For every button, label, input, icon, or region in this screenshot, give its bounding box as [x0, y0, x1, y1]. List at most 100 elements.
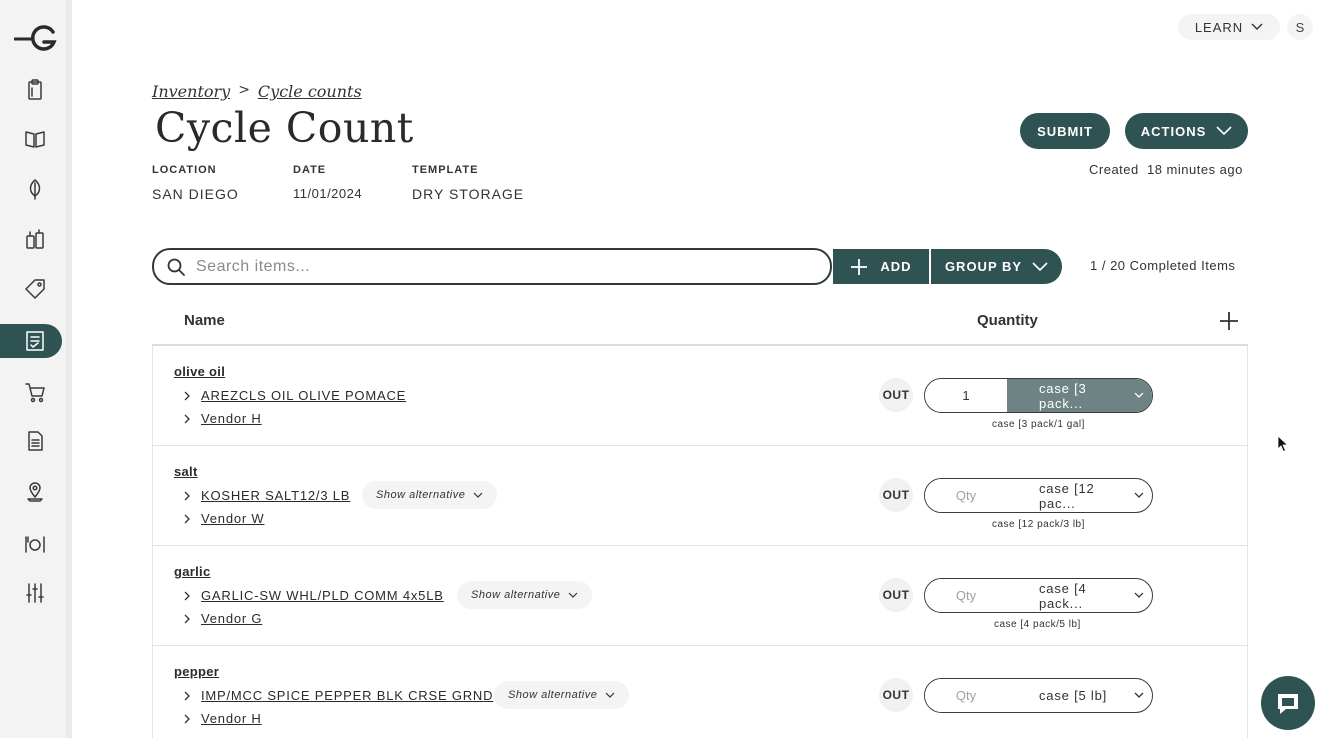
product-link[interactable]: KOSHER SALT12/3 LB [201, 488, 350, 503]
meta-location: LOCATION SAN DIEGO [152, 164, 239, 202]
quantity-input[interactable] [925, 479, 1007, 512]
vendor-link[interactable]: Vendor W [201, 511, 264, 526]
template-value: DRY STORAGE [412, 186, 525, 202]
sidebar-item-inventory[interactable] [18, 73, 52, 107]
quantity-field: case [5 lb] [924, 678, 1153, 713]
unit-select[interactable]: case [3 pack... [1007, 379, 1152, 412]
group-by-button[interactable]: GROUP BY [931, 249, 1062, 284]
bottles-icon [26, 229, 44, 249]
show-alternative-label: Show alternative [471, 589, 561, 601]
chevron-right-icon[interactable] [183, 591, 191, 601]
sliders-icon [26, 583, 44, 603]
item-name[interactable]: olive oil [174, 364, 225, 379]
avatar-initial: S [1295, 19, 1305, 35]
created-timestamp: Created 18 minutes ago [1089, 162, 1243, 177]
product-link[interactable]: AREZCLS OIL OLIVE POMACE [201, 388, 406, 403]
table-row: pepper IMP/MCC SPICE PEPPER BLK CRSE GRN… [152, 646, 1248, 738]
quantity-field: case [3 pack... [924, 378, 1153, 413]
chevron-down-icon [1251, 23, 1263, 30]
sidebar [0, 0, 72, 738]
sidebar-item-cycle-counts[interactable] [18, 324, 52, 358]
chevron-down-icon [1032, 261, 1048, 271]
vendor-link[interactable]: Vendor G [201, 611, 262, 626]
chevron-right-icon[interactable] [183, 414, 191, 424]
sidebar-item-recipes[interactable] [18, 122, 52, 156]
product-link[interactable]: GARLIC-SW WHL/PLD COMM 4x5LB [201, 588, 444, 603]
submit-label: SUBMIT [1037, 123, 1093, 139]
out-badge[interactable]: OUT [879, 378, 913, 412]
chat-bubble-icon [1278, 694, 1298, 714]
sidebar-item-locations[interactable] [18, 475, 52, 509]
sidebar-item-ingredients[interactable] [18, 172, 52, 206]
sidebar-item-orders[interactable] [18, 375, 52, 409]
template-label: TEMPLATE [412, 164, 479, 176]
sidebar-item-menu[interactable] [18, 527, 52, 561]
item-name[interactable]: salt [174, 464, 198, 479]
show-alternative-label: Show alternative [508, 689, 598, 701]
chevron-right-icon[interactable] [183, 391, 191, 401]
location-value: SAN DIEGO [152, 186, 239, 202]
meta-template: TEMPLATE DRY STORAGE [412, 164, 524, 202]
clipboard-icon [28, 79, 42, 100]
breadcrumb: Inventory > Cycle counts [152, 82, 362, 101]
unit-select-value: case [4 pack... [1039, 580, 1087, 611]
chevron-right-icon[interactable] [183, 691, 191, 701]
quantity-field: case [12 pac... [924, 478, 1153, 513]
breadcrumb-separator: > [238, 82, 250, 98]
actions-label: ACTIONS [1140, 123, 1207, 139]
quantity-input[interactable] [925, 379, 1007, 412]
vendor-link[interactable]: Vendor H [201, 711, 262, 726]
checklist-icon [26, 331, 44, 351]
chevron-down-icon [1134, 392, 1144, 398]
add-label: ADD [880, 259, 912, 274]
document-icon [28, 431, 43, 451]
table-row: garlic GARLIC-SW WHL/PLD COMM 4x5LB Show… [152, 546, 1248, 646]
vendor-line: Vendor H [183, 711, 262, 726]
group-by-label: GROUP BY [944, 259, 1023, 274]
logo-icon[interactable] [14, 24, 58, 54]
add-button[interactable]: ADD [833, 249, 929, 284]
quantity-input[interactable] [925, 679, 1007, 712]
search-input[interactable] [196, 257, 796, 276]
sidebar-item-pricing[interactable] [18, 272, 52, 306]
add-column-icon[interactable] [1218, 310, 1240, 332]
submit-button[interactable]: SUBMIT [1020, 113, 1110, 149]
chevron-down-icon [473, 492, 483, 498]
breadcrumb-inventory[interactable]: Inventory [152, 82, 230, 101]
show-alternative-button[interactable]: Show alternative [457, 581, 593, 609]
chat-button[interactable] [1261, 676, 1315, 730]
chevron-right-icon[interactable] [183, 491, 191, 501]
sidebar-item-products[interactable] [18, 222, 52, 256]
avatar[interactable]: S [1287, 14, 1313, 40]
product-line: AREZCLS OIL OLIVE POMACE [183, 388, 406, 403]
search-box [152, 248, 832, 285]
out-badge[interactable]: OUT [879, 478, 913, 512]
product-link[interactable]: IMP/MCC SPICE PEPPER BLK CRSE GRND [201, 688, 493, 703]
unit-select[interactable]: case [5 lb] [1007, 679, 1152, 712]
completed-count: 1 / 20 Completed Items [1090, 258, 1236, 273]
show-alternative-button[interactable]: Show alternative [362, 481, 498, 509]
quantity-input[interactable] [925, 579, 1007, 612]
breadcrumb-cycle-counts[interactable]: Cycle counts [258, 82, 362, 101]
vendor-link[interactable]: Vendor H [201, 411, 262, 426]
dining-icon [25, 536, 45, 553]
table-row: salt KOSHER SALT12/3 LB Show alternative… [152, 446, 1248, 546]
chevron-right-icon[interactable] [183, 714, 191, 724]
sidebar-item-settings[interactable] [18, 576, 52, 610]
chevron-right-icon[interactable] [183, 514, 191, 524]
item-name[interactable]: pepper [174, 664, 219, 679]
learn-button[interactable]: LEARN [1178, 14, 1280, 40]
vendor-line: Vendor W [183, 511, 264, 526]
item-name[interactable]: garlic [174, 564, 210, 579]
column-header-quantity: Quantity [977, 312, 1038, 329]
chevron-right-icon[interactable] [183, 614, 191, 624]
out-badge[interactable]: OUT [879, 578, 913, 612]
chevron-down-icon [1134, 692, 1144, 698]
sidebar-item-invoices[interactable] [18, 424, 52, 458]
actions-button[interactable]: ACTIONS [1125, 113, 1248, 149]
show-alternative-button[interactable]: Show alternative [494, 681, 630, 709]
unit-select[interactable]: case [4 pack... [1007, 579, 1152, 612]
out-badge[interactable]: OUT [879, 678, 913, 712]
table-row: olive oil AREZCLS OIL OLIVE POMACE Vendo… [152, 346, 1248, 446]
unit-select[interactable]: case [12 pac... [1007, 479, 1152, 512]
